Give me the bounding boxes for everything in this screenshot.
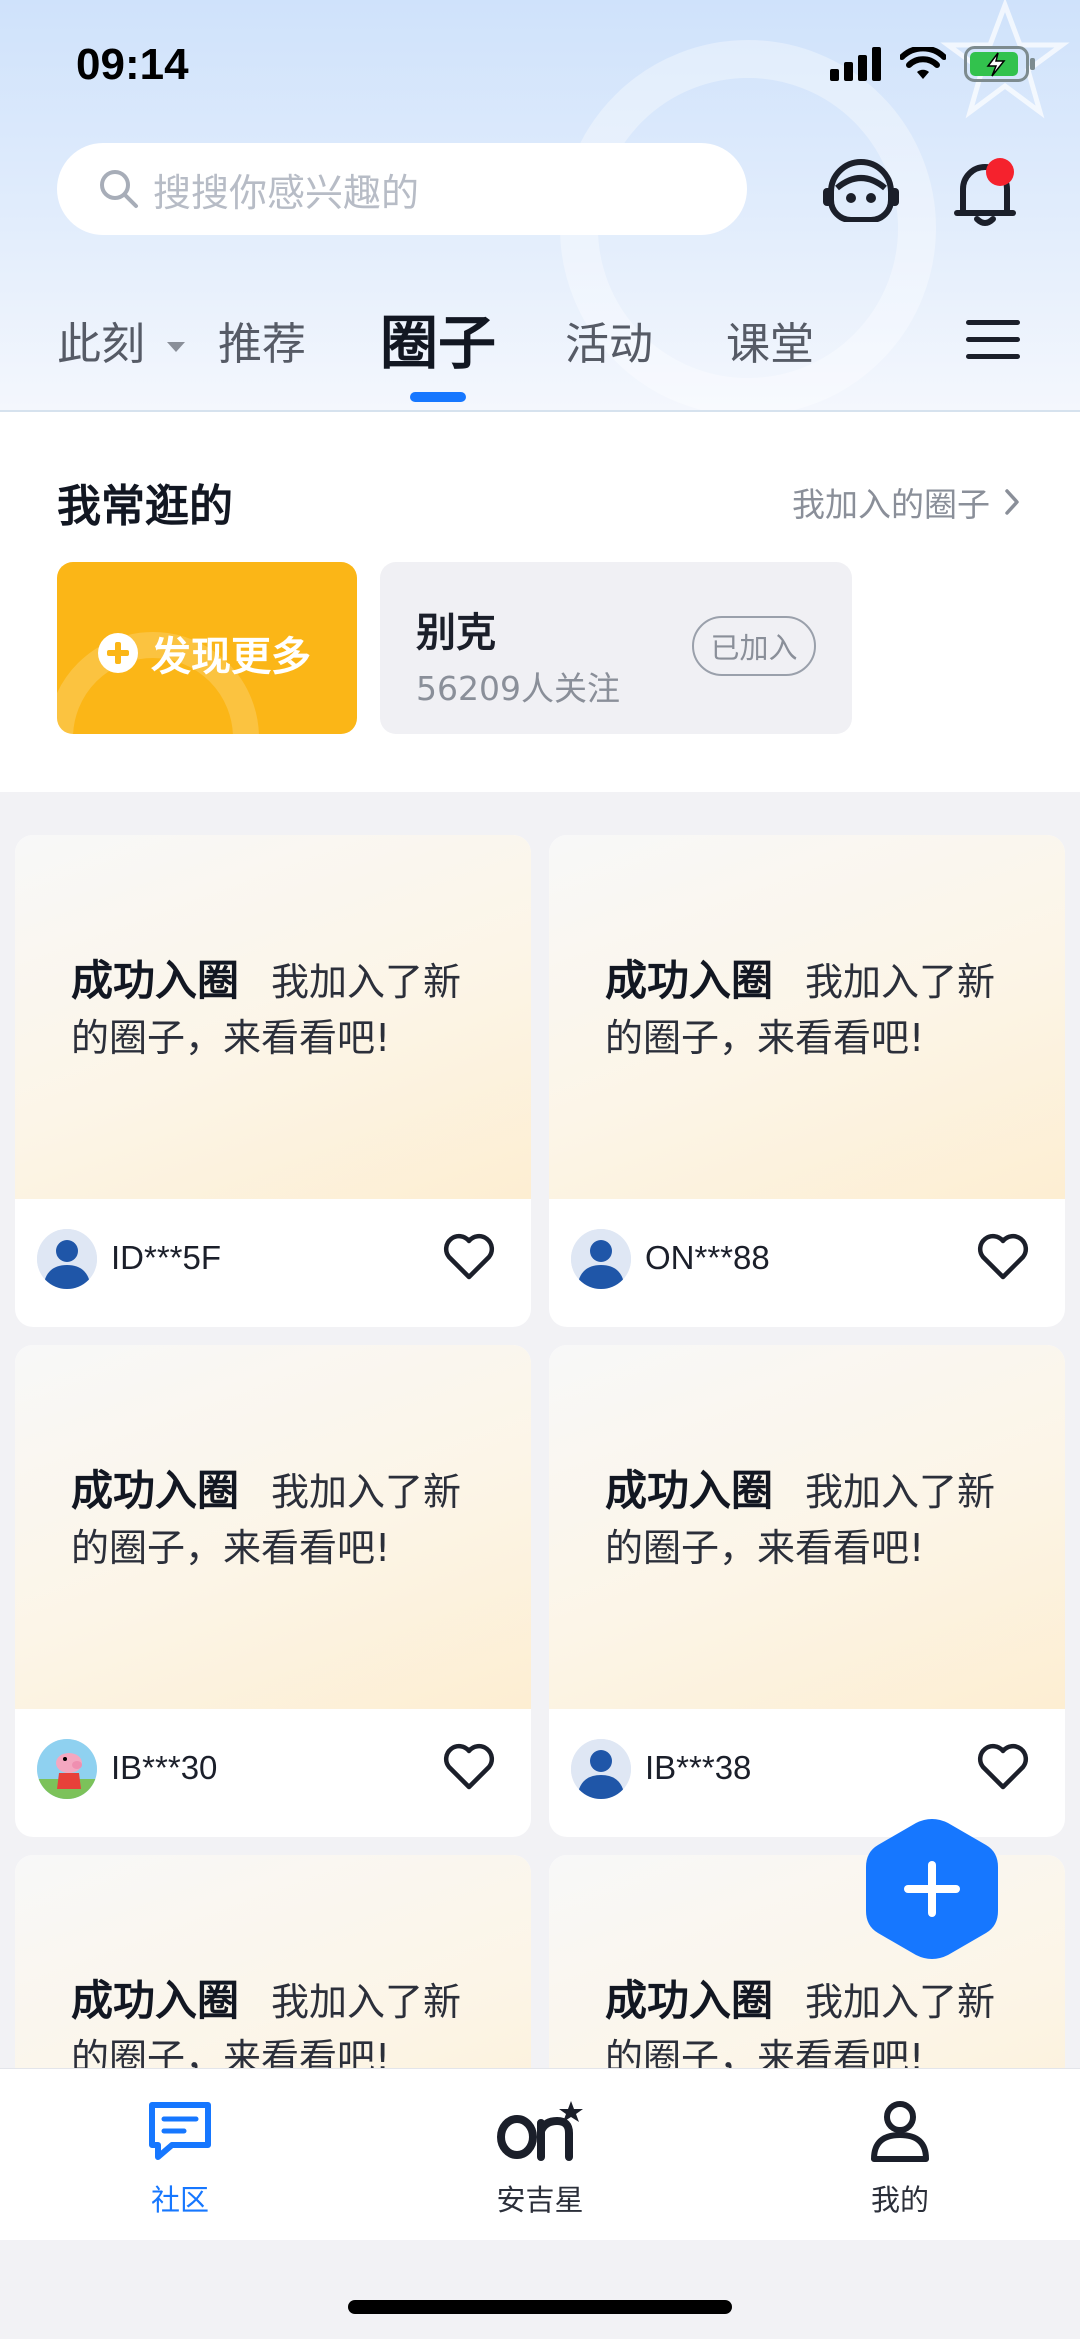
circle-followers: 56209人关注: [416, 669, 620, 708]
create-post-button[interactable]: [862, 1815, 1002, 1963]
post-card[interactable]: 成功入圈 我加入了新的圈子，来看看吧! IB***30: [15, 1345, 531, 1837]
nav-label: 我的: [870, 2183, 929, 2217]
tab-classroom[interactable]: 课堂: [726, 308, 814, 372]
signal-icon: [830, 47, 881, 81]
avatar[interactable]: [571, 1739, 631, 1799]
search-bar[interactable]: 搜搜你感兴趣的: [57, 143, 747, 235]
category-tabs: 此刻 推荐 圈子 活动 课堂: [0, 290, 1080, 390]
post-cover: 成功入圈 我加入了新的圈子，来看看吧!: [15, 1855, 531, 2068]
nav-label: 社区: [150, 2183, 209, 2217]
status-bar: 09:14: [0, 0, 1080, 130]
post-text: 成功入圈 我加入了新的圈子，来看看吧!: [605, 1463, 1025, 1576]
frequent-circles-section: 我常逛的 我加入的圈子 发现更多 别克 56209人关注 已加入: [0, 412, 1080, 792]
search-placeholder: 搜搜你感兴趣的: [153, 170, 420, 215]
home-indicator-area: [0, 2240, 1080, 2339]
heart-icon[interactable]: [975, 1231, 1031, 1281]
tab-activities[interactable]: 活动: [565, 308, 653, 372]
joined-circles-link[interactable]: 我加入的圈子: [792, 478, 1020, 526]
post-card[interactable]: 成功入圈 我加入了新的圈子，来看看吧! ID***5F: [15, 835, 531, 1327]
post-headline: 成功入圈: [71, 956, 240, 1005]
post-text: 成功入圈 我加入了新的圈子，来看看吧!: [71, 1973, 491, 2068]
post-card[interactable]: 成功入圈 我加入了新的圈子，来看看吧! IB***38: [549, 1345, 1065, 1837]
post-username[interactable]: ID***5F: [111, 1239, 221, 1277]
avatar[interactable]: [37, 1739, 97, 1799]
header: 09:14 搜搜你感兴趣的 此刻 推荐 圈子 活动 课堂: [0, 0, 1080, 412]
nav-label: 安吉星: [496, 2183, 584, 2217]
home-indicator[interactable]: [348, 2300, 732, 2314]
nav-onstar[interactable]: 安吉星: [460, 2099, 620, 2219]
onstar-logo-icon: [497, 2101, 583, 2161]
plus-circle-icon: [98, 633, 138, 673]
chat-bubble-icon: [149, 2102, 211, 2160]
nav-mine[interactable]: 我的: [820, 2099, 980, 2219]
post-headline: 成功入圈: [605, 1976, 774, 2025]
heart-icon[interactable]: [441, 1741, 497, 1791]
wifi-icon: [900, 47, 946, 79]
chevron-right-icon: [1005, 489, 1019, 515]
post-headline: 成功入圈: [605, 1466, 774, 1515]
joined-circles-link-label: 我加入的圈子: [792, 485, 990, 524]
robot-assistant-icon[interactable]: [823, 158, 899, 222]
post-card[interactable]: 成功入圈 我加入了新的圈子，来看看吧!: [15, 1855, 531, 2068]
post-text: 成功入圈 我加入了新的圈子，来看看吧!: [71, 1463, 491, 1576]
status-icons: [830, 46, 1036, 82]
post-text: 成功入圈 我加入了新的圈子，来看看吧!: [71, 953, 491, 1066]
post-card[interactable]: 成功入圈 我加入了新的圈子，来看看吧! ON***88: [549, 835, 1065, 1327]
user-icon: [871, 2101, 929, 2162]
circle-name: 别克: [416, 610, 496, 656]
search-icon: [100, 170, 138, 208]
avatar[interactable]: [37, 1229, 97, 1289]
post-username[interactable]: IB***30: [111, 1749, 217, 1787]
post-username[interactable]: ON***88: [645, 1239, 770, 1277]
post-footer: ID***5F: [15, 1199, 531, 1327]
post-headline: 成功入圈: [71, 1466, 240, 1515]
bottom-navigation: 社区 安吉星 我的: [0, 2068, 1080, 2241]
discover-more-label: 发现更多: [151, 634, 311, 680]
status-time: 09:14: [76, 40, 189, 89]
post-cover: 成功入圈 我加入了新的圈子，来看看吧!: [15, 1345, 531, 1709]
heart-icon[interactable]: [975, 1741, 1031, 1791]
post-cover: 成功入圈 我加入了新的圈子，来看看吧!: [15, 835, 531, 1199]
notification-bell-icon[interactable]: [953, 155, 1025, 227]
heart-icon[interactable]: [441, 1231, 497, 1281]
post-footer: ON***88: [549, 1199, 1065, 1327]
tab-recommend[interactable]: 推荐: [218, 308, 306, 372]
post-headline: 成功入圈: [605, 956, 774, 1005]
dropdown-caret-icon: [167, 342, 185, 352]
nav-community[interactable]: 社区: [100, 2099, 260, 2219]
tab-moment[interactable]: 此刻: [57, 308, 187, 372]
cartoon-avatar-icon: [37, 1739, 97, 1799]
menu-icon[interactable]: [966, 318, 1020, 362]
post-footer: IB***30: [15, 1709, 531, 1837]
post-text: 成功入圈 我加入了新的圈子，来看看吧!: [605, 1973, 1025, 2068]
post-headline: 成功入圈: [71, 1976, 240, 2025]
circle-card-buick[interactable]: 别克 56209人关注 已加入: [380, 562, 852, 734]
discover-more-button[interactable]: 发现更多: [57, 562, 357, 734]
section-title: 我常逛的: [57, 481, 233, 532]
post-cover: 成功入圈 我加入了新的圈子，来看看吧!: [549, 1345, 1065, 1709]
tab-label: 此刻: [57, 319, 145, 370]
post-cover: 成功入圈 我加入了新的圈子，来看看吧!: [549, 835, 1065, 1199]
notification-dot: [986, 158, 1014, 186]
active-tab-indicator: [410, 392, 466, 402]
tab-circles[interactable]: 圈子: [380, 296, 496, 380]
post-username[interactable]: IB***38: [645, 1749, 751, 1787]
post-text: 成功入圈 我加入了新的圈子，来看看吧!: [605, 953, 1025, 1066]
battery-charging-icon: [964, 46, 1035, 82]
joined-badge: 已加入: [692, 616, 816, 676]
avatar[interactable]: [571, 1229, 631, 1289]
